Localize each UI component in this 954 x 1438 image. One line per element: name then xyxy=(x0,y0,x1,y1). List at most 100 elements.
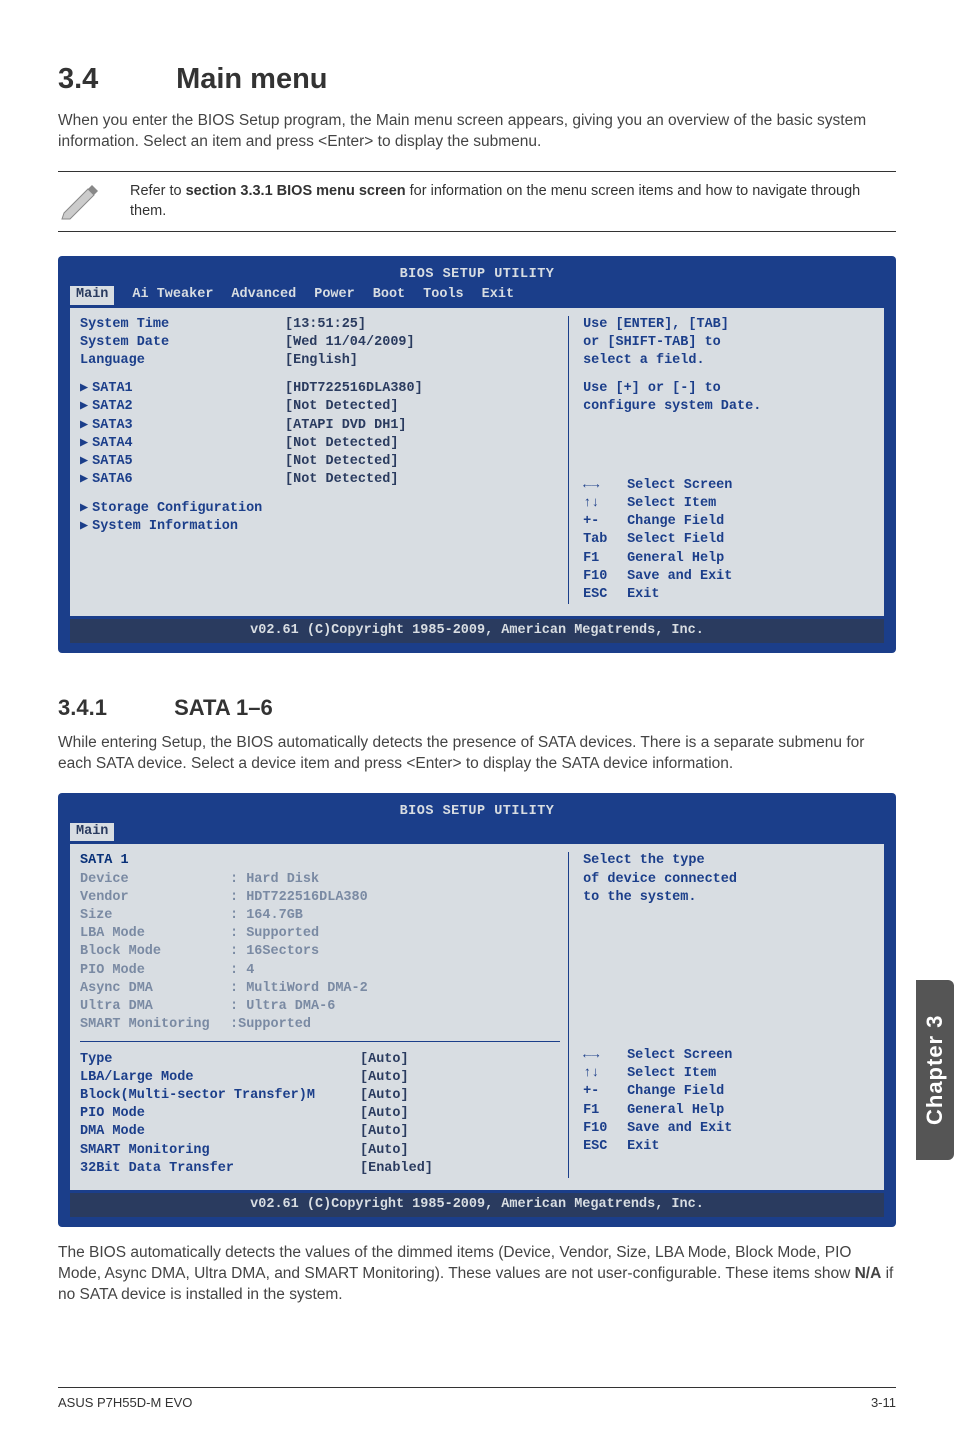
label: System Time xyxy=(80,316,285,334)
help-text-line: of device connected xyxy=(583,871,874,889)
subsection-heading: 3.4.1 SATA 1–6 xyxy=(58,693,896,723)
value: [Not Detected] xyxy=(285,398,398,416)
label: Language xyxy=(80,352,285,370)
dim-row: PIO Mode: 4 xyxy=(80,962,560,980)
value: [Not Detected] xyxy=(285,435,398,453)
cfg-row-type[interactable]: Type[Auto] xyxy=(80,1051,560,1069)
triangle-right-icon: ▶ xyxy=(80,472,88,487)
tab-power[interactable]: Power xyxy=(314,286,355,304)
row-sata2[interactable]: ▶ SATA2 [Not Detected] xyxy=(80,398,560,416)
row-sata4[interactable]: ▶ SATA4 [Not Detected] xyxy=(80,435,560,453)
triangle-right-icon: ▶ xyxy=(80,418,88,433)
triangle-right-icon: ▶ xyxy=(80,454,88,469)
triangle-right-icon: ▶ xyxy=(80,436,88,451)
bios-copyright: v02.61 (C)Copyright 1985-2009, American … xyxy=(70,1193,884,1217)
tab-boot[interactable]: Boot xyxy=(373,286,405,304)
row-sata6[interactable]: ▶SATA6[Not Detected] xyxy=(80,471,560,489)
sata-heading: SATA 1 xyxy=(80,852,285,870)
dim-row: Device: Hard Disk xyxy=(80,871,560,889)
outro-text1: The BIOS automatically detects the value… xyxy=(58,1244,855,1282)
nav-hint: +-Change Field xyxy=(583,513,874,531)
tab-advanced[interactable]: Advanced xyxy=(231,286,296,304)
tab-exit[interactable]: Exit xyxy=(482,286,514,304)
help-text-line: Select the type xyxy=(583,852,874,870)
pencil-note-icon xyxy=(58,183,106,221)
row-sata1[interactable]: ▶SATA1[HDT722516DLA380] xyxy=(80,380,560,398)
bios-title: BIOS SETUP UTILITY xyxy=(70,266,884,284)
value: [13:51:25] xyxy=(285,316,366,334)
tab-main[interactable]: Main xyxy=(70,286,114,304)
outro-paragraph: The BIOS automatically detects the value… xyxy=(58,1243,896,1306)
row-language[interactable]: Language[English] xyxy=(80,352,560,370)
nav-hint: ←→Select Screen xyxy=(583,477,874,495)
dim-row: LBA Mode: Supported xyxy=(80,925,560,943)
nav-hint: F1General Help xyxy=(583,1102,874,1120)
sata-intro: While entering Setup, the BIOS automatic… xyxy=(58,733,896,775)
label: System Date xyxy=(80,334,285,352)
note-prefix: Refer to xyxy=(130,183,186,199)
label: SATA3 xyxy=(92,418,133,433)
nav-hint: ↑↓Select Item xyxy=(583,495,874,513)
label: System Information xyxy=(92,518,297,536)
dim-row: Size: 164.7GB xyxy=(80,907,560,925)
bios-panel-sata: BIOS SETUP UTILITY Main SATA 1 Device: H… xyxy=(58,793,896,1227)
label: SATA5 xyxy=(92,454,133,469)
cfg-row-smart[interactable]: SMART Monitoring[Auto] xyxy=(80,1142,560,1160)
triangle-right-icon: ▶ xyxy=(80,500,88,518)
bios-copyright: v02.61 (C)Copyright 1985-2009, American … xyxy=(70,619,884,643)
nav-hint: TabSelect Field xyxy=(583,531,874,549)
label: Storage Configuration xyxy=(92,500,297,518)
nav-hint: ESCExit xyxy=(583,1138,874,1156)
cfg-row-dma[interactable]: DMA Mode[Auto] xyxy=(80,1123,560,1141)
row-storage-config[interactable]: ▶Storage Configuration xyxy=(80,500,560,518)
cfg-row-pio[interactable]: PIO Mode[Auto] xyxy=(80,1105,560,1123)
section-title: Main menu xyxy=(176,63,327,95)
help-text-line: Use [+] or [-] to xyxy=(583,380,874,398)
label: SATA1 xyxy=(92,381,133,396)
tab-ai-tweaker[interactable]: Ai Tweaker xyxy=(132,286,213,304)
row-sata5[interactable]: ▶ SATA5 [Not Detected] xyxy=(80,453,560,471)
tab-main[interactable]: Main xyxy=(70,823,114,841)
cfg-row-block[interactable]: Block(Multi-sector Transfer)M[Auto] xyxy=(80,1087,560,1105)
section-heading: 3.4 Main menu xyxy=(58,60,896,99)
section-number: 3.4 xyxy=(58,60,168,99)
triangle-right-icon: ▶ xyxy=(80,399,88,414)
dim-row: Async DMA: MultiWord DMA-2 xyxy=(80,980,560,998)
help-text-line: configure system Date. xyxy=(583,398,874,416)
nav-hint: F10Save and Exit xyxy=(583,1120,874,1138)
value: [Wed 11/04/2009] xyxy=(285,334,415,352)
footer-left: ASUS P7H55D-M EVO xyxy=(58,1394,192,1412)
row-system-info[interactable]: ▶System Information xyxy=(80,518,560,536)
chapter-side-tab: Chapter 3 xyxy=(916,980,954,1160)
tab-tools[interactable]: Tools xyxy=(423,286,464,304)
nav-hint: F1General Help xyxy=(583,550,874,568)
row-sata3[interactable]: ▶SATA3[ATAPI DVD DH1] xyxy=(80,417,560,435)
subsection-number: 3.4.1 xyxy=(58,693,168,723)
note-block: Refer to section 3.3.1 BIOS menu screen … xyxy=(58,171,896,232)
dim-row: SMART Monitoring:Supported xyxy=(80,1016,560,1034)
dim-row: Ultra DMA: Ultra DMA-6 xyxy=(80,998,560,1016)
dim-row: Block Mode: 16Sectors xyxy=(80,943,560,961)
label: SATA2 xyxy=(92,399,133,414)
nav-hint: +-Change Field xyxy=(583,1083,874,1101)
label: SATA4 xyxy=(92,436,133,451)
value: [HDT722516DLA380] xyxy=(285,380,423,398)
row-system-time[interactable]: System Time[13:51:25] xyxy=(80,316,560,334)
bios-tabs: Main xyxy=(70,823,884,841)
cfg-row-lba[interactable]: LBA/Large Mode[Auto] xyxy=(80,1069,560,1087)
footer-right: 3-11 xyxy=(871,1394,896,1412)
row-system-date[interactable]: System Date[Wed 11/04/2009] xyxy=(80,334,560,352)
intro-paragraph: When you enter the BIOS Setup program, t… xyxy=(58,111,896,153)
nav-hint: ←→Select Screen xyxy=(583,1047,874,1065)
subsection-title: SATA 1–6 xyxy=(174,695,273,720)
nav-hint: ↑↓Select Item xyxy=(583,1065,874,1083)
bios-tabs: Main Ai Tweaker Advanced Power Boot Tool… xyxy=(70,286,884,304)
help-text-line: Use [ENTER], [TAB] xyxy=(583,316,874,334)
value: [Not Detected] xyxy=(285,453,398,471)
nav-hint: ESCExit xyxy=(583,586,874,604)
triangle-right-icon: ▶ xyxy=(80,518,88,536)
cfg-row-32bit[interactable]: 32Bit Data Transfer[Enabled] xyxy=(80,1160,560,1178)
bios-title: BIOS SETUP UTILITY xyxy=(70,803,884,821)
help-text-line: to the system. xyxy=(583,889,874,907)
note-text: Refer to section 3.3.1 BIOS menu screen … xyxy=(130,182,896,221)
